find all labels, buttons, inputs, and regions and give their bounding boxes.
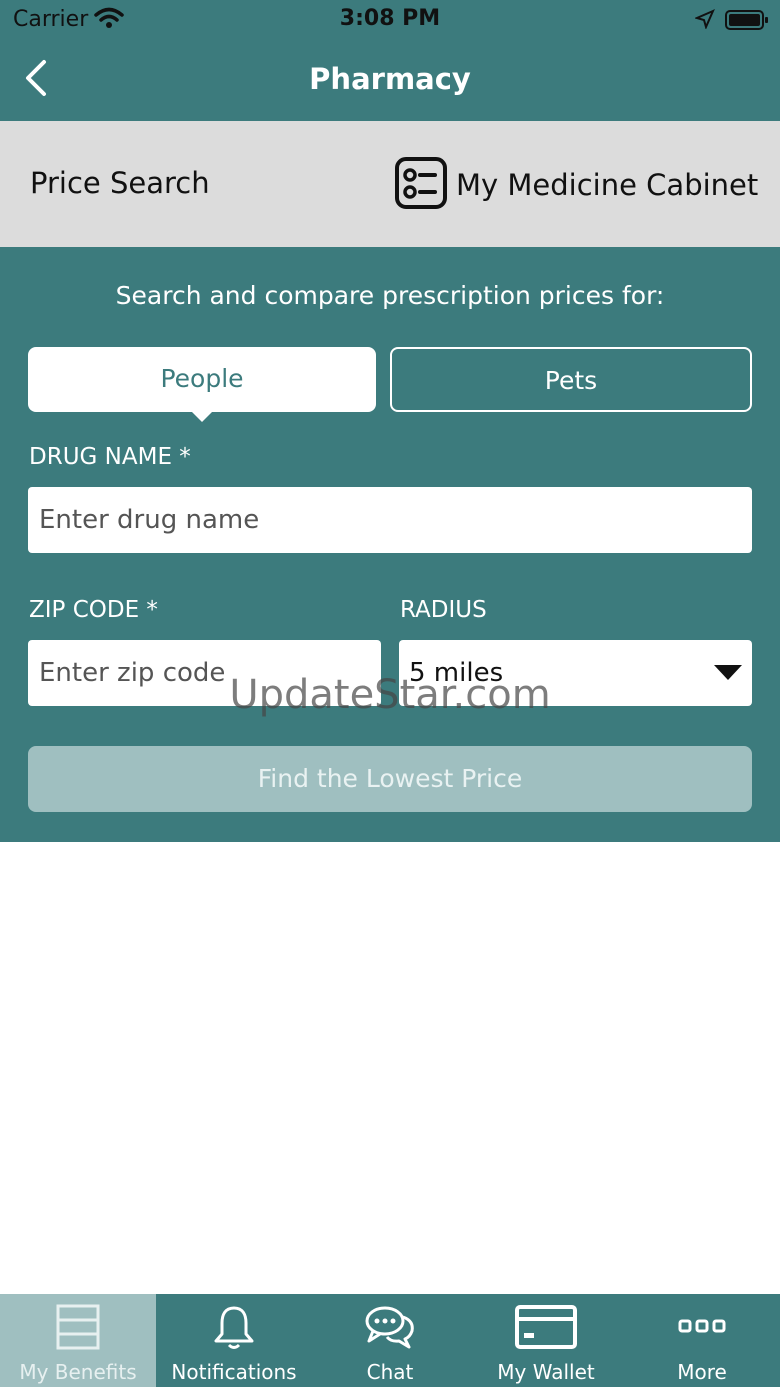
tab-my-wallet[interactable]: My Wallet bbox=[468, 1294, 624, 1387]
segment-people[interactable]: People bbox=[28, 347, 376, 422]
zip-code-input[interactable] bbox=[28, 640, 381, 706]
radius-label: RADIUS bbox=[400, 597, 487, 623]
location-arrow-icon bbox=[694, 9, 715, 33]
benefits-icon bbox=[0, 1302, 156, 1352]
tab-more[interactable]: More bbox=[624, 1294, 780, 1387]
find-lowest-price-button[interactable]: Find the Lowest Price bbox=[28, 746, 752, 812]
chat-icon bbox=[312, 1302, 468, 1352]
search-prompt: Search and compare prescription prices f… bbox=[115, 281, 665, 310]
caret-down-icon bbox=[714, 665, 742, 680]
drug-name-input[interactable] bbox=[28, 487, 752, 553]
medicine-cabinet-label: My Medicine Cabinet bbox=[456, 168, 759, 202]
medicine-cabinet-icon bbox=[394, 156, 448, 214]
more-icon bbox=[624, 1302, 780, 1352]
page-title: Pharmacy bbox=[309, 62, 471, 96]
tab-bar: My Benefits Notifications Chat My Wallet… bbox=[0, 1294, 780, 1387]
tab-label: Notifications bbox=[171, 1360, 297, 1384]
tab-label: Chat bbox=[366, 1360, 414, 1384]
tab-label: More bbox=[677, 1360, 727, 1384]
price-search-link[interactable]: Price Search bbox=[30, 166, 210, 200]
medicine-cabinet-button[interactable]: My Medicine Cabinet bbox=[394, 156, 758, 214]
radius-select[interactable]: 5 miles bbox=[399, 640, 752, 706]
tab-notifications[interactable]: Notifications bbox=[156, 1294, 312, 1387]
subheader: Price Search My Medicine Cabinet bbox=[0, 121, 780, 247]
battery-icon bbox=[725, 9, 769, 35]
tab-my-benefits[interactable]: My Benefits bbox=[0, 1294, 156, 1387]
zip-code-label: ZIP CODE * bbox=[29, 597, 158, 623]
wallet-icon bbox=[468, 1302, 624, 1352]
search-form: Search and compare prescription prices f… bbox=[0, 247, 780, 842]
tab-chat[interactable]: Chat bbox=[312, 1294, 468, 1387]
status-bar: Carrier 3:08 PM bbox=[0, 0, 780, 40]
nav-bar: Pharmacy bbox=[0, 40, 780, 121]
tab-label: My Wallet bbox=[497, 1360, 595, 1384]
radius-value: 5 miles bbox=[409, 658, 504, 688]
drug-name-label: DRUG NAME * bbox=[29, 444, 191, 470]
segment-pets[interactable]: Pets bbox=[390, 347, 752, 412]
tab-label: My Benefits bbox=[19, 1360, 137, 1384]
bell-icon bbox=[156, 1302, 312, 1352]
status-time: 3:08 PM bbox=[339, 6, 441, 31]
